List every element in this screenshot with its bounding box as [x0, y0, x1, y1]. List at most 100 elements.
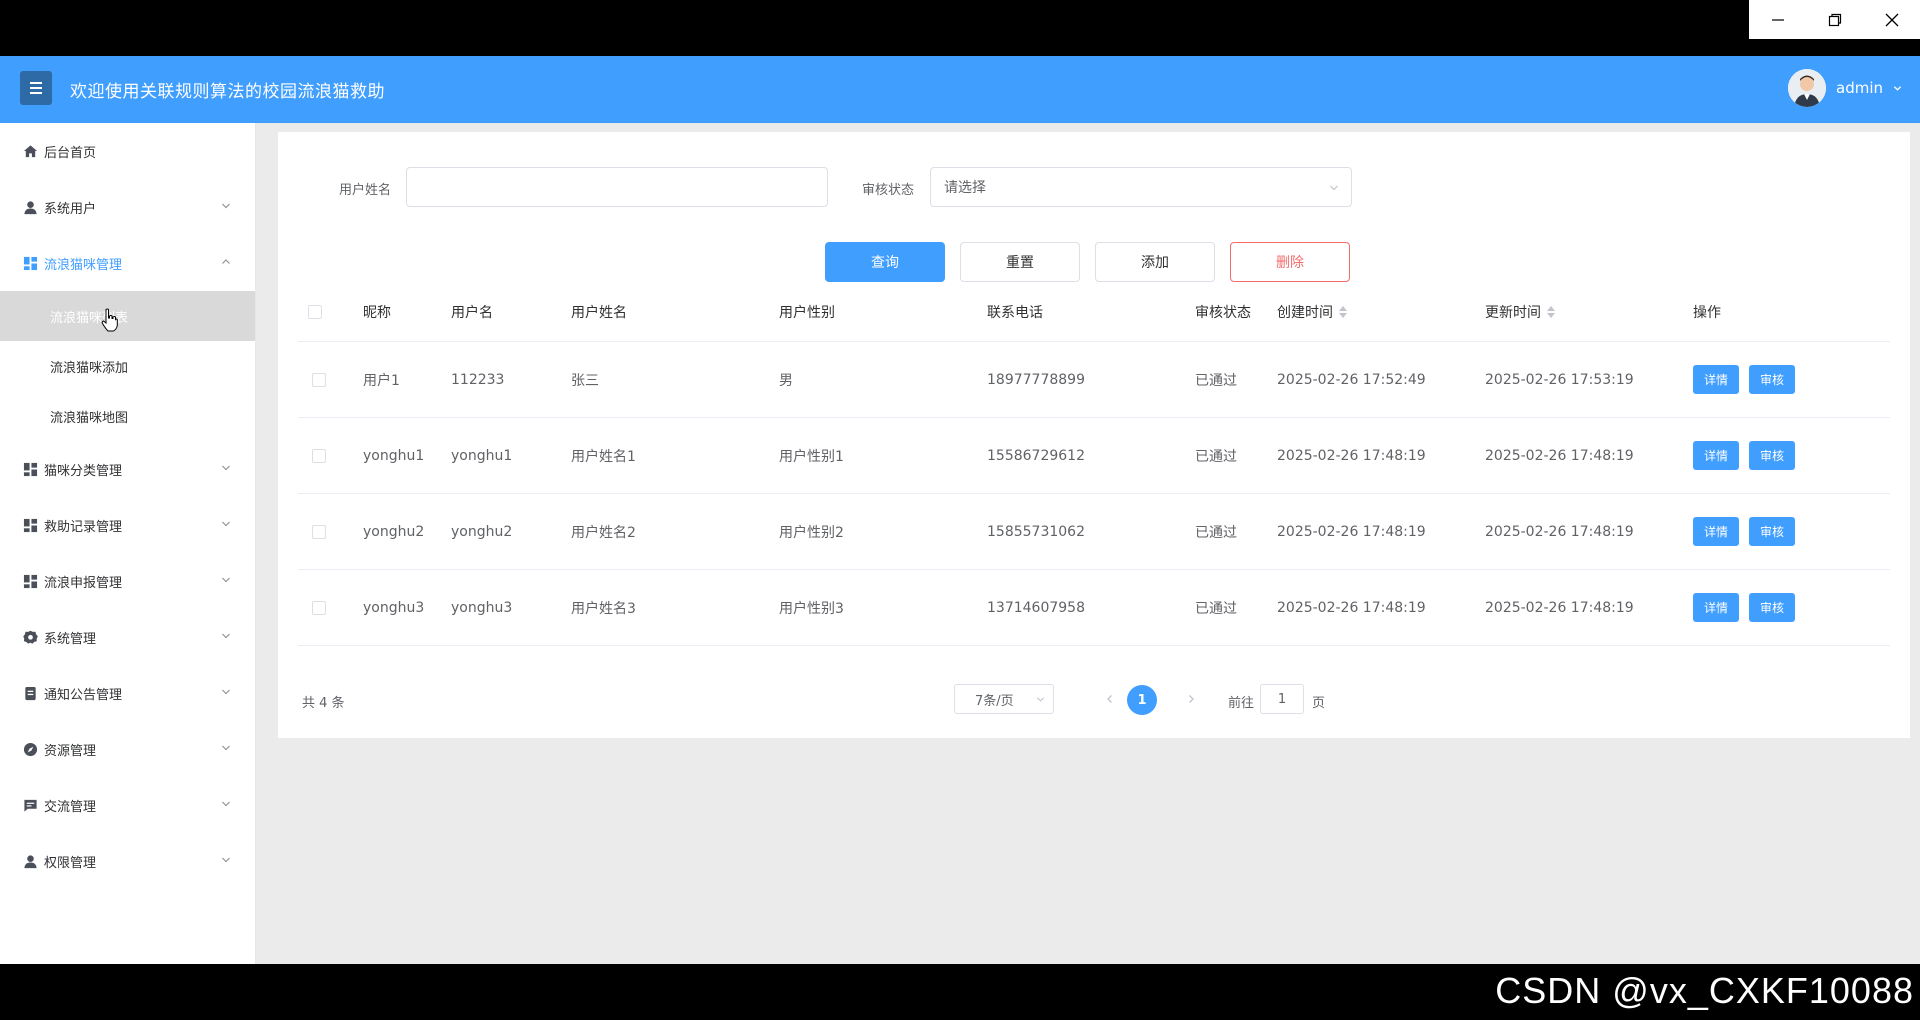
column-header: 用户名: [451, 304, 493, 321]
review-button[interactable]: 审核: [1749, 441, 1795, 470]
user-name[interactable]: admin: [1836, 79, 1883, 97]
window-titlebar: [0, 0, 1920, 56]
sidebar-item-system-management[interactable]: 系统管理: [0, 609, 255, 665]
chat-icon: [22, 797, 38, 813]
chevron-down-icon: [222, 577, 230, 583]
detail-button[interactable]: 详情: [1693, 593, 1739, 622]
app-title: 欢迎使用关联规则算法的校园流浪猫救助: [70, 82, 385, 102]
grid-icon: [22, 461, 38, 477]
cell-actions: 详情 审核: [1693, 342, 1805, 417]
status-select-placeholder: 请选择: [944, 180, 986, 196]
sidebar-item-communication[interactable]: 交流管理: [0, 777, 255, 833]
sidebar-item-permissions[interactable]: 权限管理: [0, 833, 255, 889]
review-button[interactable]: 审核: [1749, 365, 1795, 394]
status-label: 审核状态: [862, 183, 915, 198]
sidebar-item-system-users[interactable]: 系统用户: [0, 179, 255, 235]
cell-updated: 2025-02-26 17:48:19: [1485, 599, 1634, 616]
sidebar-item-resources[interactable]: 资源管理: [0, 721, 255, 777]
cell-gender: 男: [779, 372, 793, 389]
column-header-created[interactable]: 创建时间: [1277, 282, 1347, 341]
minimize-icon[interactable]: [1749, 0, 1806, 39]
hand-cursor-icon: [101, 308, 118, 332]
sidebar-item-label: 流浪申报管理: [44, 575, 123, 591]
query-button[interactable]: 查询: [825, 242, 945, 282]
gear-icon: [22, 629, 38, 645]
cell-nickname: 用户1: [363, 372, 400, 389]
name-input[interactable]: [406, 167, 828, 207]
column-header: 用户姓名: [571, 304, 627, 321]
sidebar-item-label: 通知公告管理: [44, 687, 123, 703]
goto-label: 前往: [1228, 696, 1255, 711]
cell-status: 已通过: [1195, 524, 1237, 541]
cell-nickname: yonghu2: [363, 523, 425, 540]
review-button[interactable]: 审核: [1749, 517, 1795, 546]
sort-icon[interactable]: [1547, 305, 1555, 318]
chevron-down-icon: [222, 801, 230, 807]
reset-button[interactable]: 重置: [960, 242, 1080, 282]
row-checkbox[interactable]: [312, 448, 326, 463]
cell-updated: 2025-02-26 17:48:19: [1485, 523, 1634, 540]
sidebar-subitem-cat-add[interactable]: 流浪猫咪添加: [0, 341, 255, 391]
avatar[interactable]: [1788, 69, 1826, 107]
prev-page-icon[interactable]: [1100, 688, 1120, 710]
table-row: 用户1 112233 张三 男 18977778899 已通过 2025-02-…: [298, 342, 1890, 418]
sidebar-subitem-cat-map[interactable]: 流浪猫咪地图: [0, 391, 255, 441]
chevron-down-icon[interactable]: [1893, 84, 1902, 93]
cell-gender: 用户性别1: [779, 448, 844, 465]
delete-button[interactable]: 删除: [1230, 242, 1350, 282]
column-header-updated[interactable]: 更新时间: [1485, 282, 1555, 341]
goto-page-input[interactable]: 1: [1260, 684, 1304, 714]
main-content: 用户姓名 审核状态 请选择 查询 重置 添加 删除 昵称 用户名 用户姓名 用户…: [256, 123, 1920, 964]
sidebar-item-label: 救助记录管理: [44, 519, 123, 535]
cell-status: 已通过: [1195, 448, 1237, 465]
page-size-select[interactable]: 7条/页: [954, 684, 1054, 714]
sidebar-subitem-cat-list[interactable]: 流浪猫咪列表: [0, 291, 255, 341]
cell-phone: 15855731062: [987, 523, 1085, 540]
review-button[interactable]: 审核: [1749, 593, 1795, 622]
select-all-checkbox[interactable]: [308, 304, 322, 319]
chevron-up-icon: [222, 259, 230, 264]
cell-nickname: yonghu3: [363, 599, 425, 616]
detail-button[interactable]: 详情: [1693, 517, 1739, 546]
status-select[interactable]: 请选择: [930, 167, 1352, 207]
page-number-current[interactable]: 1: [1127, 685, 1157, 715]
menu-toggle-button[interactable]: [20, 71, 52, 105]
row-checkbox[interactable]: [312, 372, 326, 387]
sidebar-item-stray-reports[interactable]: 流浪申报管理: [0, 553, 255, 609]
sidebar-item-label: 系统用户: [44, 201, 97, 217]
restore-icon[interactable]: [1806, 0, 1863, 39]
next-page-icon[interactable]: [1181, 688, 1201, 710]
user-menu[interactable]: admin: [1788, 69, 1902, 107]
column-header: 联系电话: [987, 304, 1043, 321]
user-icon: [22, 853, 38, 869]
sidebar-subitem-label: 流浪猫咪添加: [50, 360, 129, 376]
cell-gender: 用户性别3: [779, 600, 844, 617]
sidebar-subitem-label: 流浪猫咪地图: [50, 410, 129, 426]
row-checkbox[interactable]: [312, 600, 326, 615]
sidebar-item-cat-management[interactable]: 流浪猫咪管理: [0, 235, 255, 291]
chevron-down-icon: [222, 521, 230, 527]
sidebar-item-notices[interactable]: 通知公告管理: [0, 665, 255, 721]
watermark-text: CSDN @vx_CXKF10088: [1495, 970, 1914, 1011]
chevron-down-icon: [222, 203, 230, 209]
cell-actions: 详情 审核: [1693, 570, 1805, 645]
sort-icon[interactable]: [1339, 305, 1347, 318]
cell-realname: 用户姓名3: [571, 600, 636, 617]
name-label: 用户姓名: [339, 183, 392, 198]
sidebar-item-home[interactable]: 后台首页: [0, 123, 255, 179]
chevron-down-icon: [1036, 697, 1045, 702]
close-icon[interactable]: [1863, 0, 1920, 39]
cell-updated: 2025-02-26 17:53:19: [1485, 371, 1634, 388]
grid-icon: [22, 573, 38, 589]
sidebar-item-rescue-records[interactable]: 救助记录管理: [0, 497, 255, 553]
sidebar-item-label: 猫咪分类管理: [44, 463, 123, 479]
grid-icon: [22, 517, 38, 533]
cell-status: 已通过: [1195, 600, 1237, 617]
detail-button[interactable]: 详情: [1693, 365, 1739, 394]
add-button[interactable]: 添加: [1095, 242, 1215, 282]
window-controls: [1749, 0, 1920, 39]
sidebar-item-cat-category[interactable]: 猫咪分类管理: [0, 441, 255, 497]
detail-button[interactable]: 详情: [1693, 441, 1739, 470]
row-checkbox[interactable]: [312, 524, 326, 539]
cell-realname: 张三: [571, 372, 599, 389]
